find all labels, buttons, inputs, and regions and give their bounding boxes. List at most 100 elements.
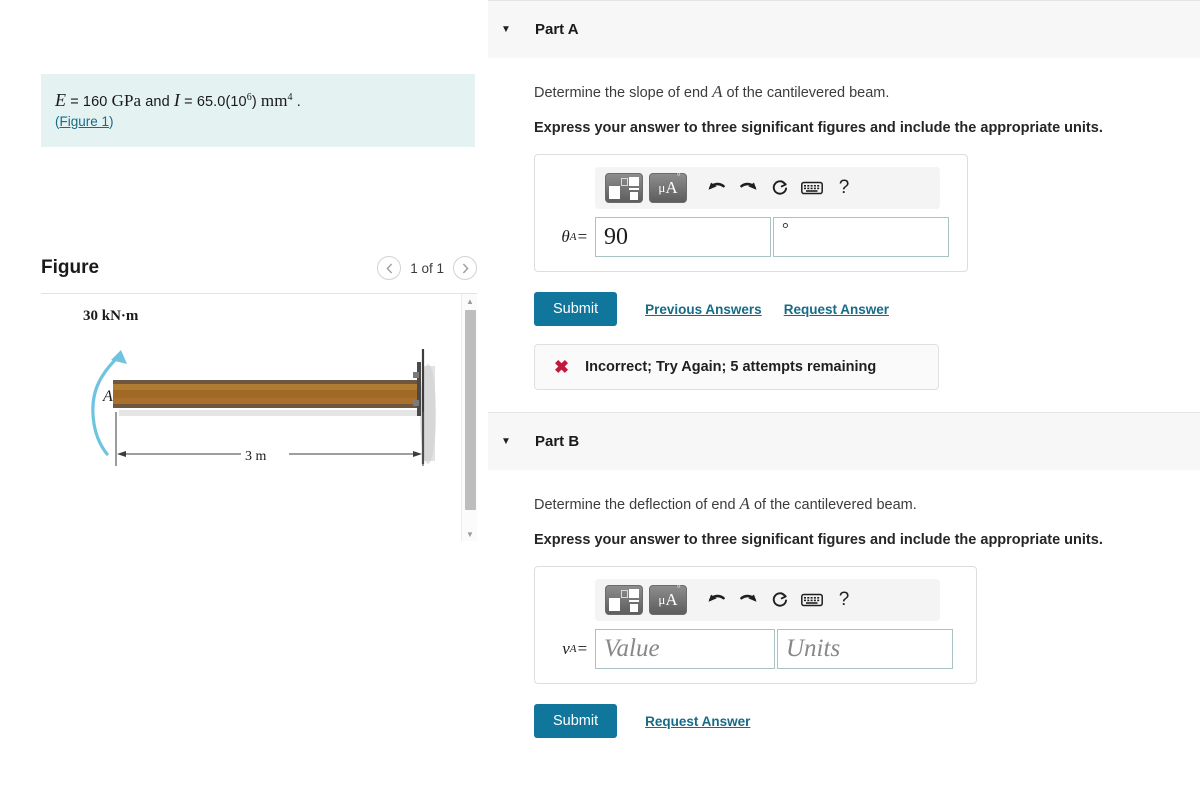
caret-down-icon[interactable]: ▼ [501, 24, 519, 35]
problem-left-panel: E = 160 GPa and I = 65.0(106) mm4 . (Fig… [0, 0, 488, 792]
statement-close-paren: ) [251, 94, 261, 110]
units-mu-angstrom-icon[interactable]: μA [649, 583, 687, 615]
units-mu-angstrom-icon[interactable]: μA [649, 171, 687, 203]
part-b-header[interactable]: ▼ Part B [488, 412, 1200, 470]
part-a-units-input[interactable]: ° [773, 217, 949, 257]
figure-counter: 1 of 1 [410, 260, 444, 276]
part-a-prompt-before: Determine the slope of end [534, 85, 713, 101]
figure-1-link[interactable]: Figure 1 [60, 114, 110, 129]
part-a-submit-button[interactable]: Submit [534, 292, 618, 326]
part-b-value-placeholder: Value [604, 635, 660, 662]
part-b-prompt: Determine the deflection of end A of the… [534, 494, 1200, 514]
unit-mm: mm [260, 91, 288, 110]
redo-glyph [739, 594, 756, 602]
beam-diagram-svg: 30 kN·m A 3 m [83, 308, 436, 466]
figure-pager: 1 of 1 [377, 256, 477, 280]
redo-icon[interactable] [735, 175, 761, 201]
part-b-toolbar: μA ° ? [595, 579, 940, 621]
part-b-symbol-subscript: A [569, 643, 577, 655]
part-b-instruction: Express your answer to three significant… [534, 532, 1103, 548]
part-b-submit-row: Submit Request Answer [534, 704, 1200, 738]
part-a-value-text: 90 [604, 223, 628, 250]
part-b-value-input[interactable]: Value [595, 629, 775, 669]
part-a-symbol-equals: = [576, 227, 588, 246]
part-b-request-answer-link[interactable]: Request Answer [645, 714, 750, 729]
undo-glyph [708, 182, 725, 190]
part-a-symbol-subscript: A [569, 231, 577, 243]
figure-reference-paren-close: ) [109, 114, 114, 129]
reset-glyph [772, 180, 788, 195]
part-a-units-text: ° [782, 219, 789, 238]
caret-down-icon[interactable]: ▼ [501, 436, 519, 447]
units-angstrom-label: A [665, 171, 681, 198]
part-a-submit-row: Submit Previous Answers Request Answer [534, 292, 1200, 326]
figure-panel-title: Figure [41, 257, 100, 278]
undo-icon[interactable] [703, 175, 729, 201]
part-b-prompt-variable: A [739, 494, 750, 513]
error-x-icon: ✖ [554, 357, 570, 377]
problem-statement-box: E = 160 GPa and I = 65.0(106) mm4 . (Fig… [41, 74, 475, 147]
part-b-submit-button[interactable]: Submit [534, 704, 618, 738]
statement-eq2: = 65.0(10 [180, 94, 247, 110]
dimension-label: 3 m [245, 449, 267, 464]
beam-diagram: 30 kN·m A 3 m [41, 294, 461, 541]
problem-statement-text: E = 160 GPa and I = 65.0(106) mm4 . [55, 90, 461, 111]
part-b-symbol-v: v [562, 639, 570, 658]
keyboard-glyph [801, 593, 823, 607]
figure-viewport: 30 kN·m A 3 m ▲ ▼ [41, 293, 477, 541]
undo-icon[interactable] [703, 587, 729, 613]
part-b-units-input[interactable]: Units [777, 629, 953, 669]
figure-prev-button[interactable] [377, 256, 402, 280]
page-root: E = 160 GPa and I = 65.0(106) mm4 . (Fig… [0, 0, 1200, 792]
figure-panel-header: Figure 1 of 1 [41, 249, 477, 287]
redo-icon[interactable] [735, 587, 761, 613]
help-icon[interactable]: ? [831, 587, 857, 613]
keyboard-icon[interactable] [799, 587, 825, 613]
scrollbar-thumb[interactable] [465, 310, 476, 510]
math-template-icon[interactable] [605, 173, 643, 203]
part-a-feedback-banner: ✖ Incorrect; Try Again; 5 attempts remai… [534, 344, 939, 390]
unit-gpa: GPa [111, 91, 142, 110]
reset-glyph [772, 592, 788, 607]
part-a-prompt-after: of the cantilevered beam. [722, 85, 890, 101]
part-b-prompt-before: Determine the deflection of end [534, 497, 740, 513]
part-a-feedback-text: Incorrect; Try Again; 5 attempts remaini… [585, 359, 877, 375]
part-a-answer-widget: μA ° ? θ A = 90 ° [534, 154, 968, 272]
part-b-answer-symbol: vA = [547, 629, 595, 669]
part-a-instruction: Express your answer to three significant… [534, 120, 1103, 136]
moment-label: 30 kN·m [83, 308, 139, 324]
math-template-glyph [609, 589, 639, 612]
part-a-links: Previous Answers Request Answer [645, 302, 889, 317]
part-a-header[interactable]: ▼ Part A [488, 0, 1200, 58]
part-a-answer-symbol: θA = [547, 217, 595, 257]
figure-reference-link[interactable]: (Figure 1) [55, 114, 461, 129]
part-a-request-answer-link[interactable]: Request Answer [784, 302, 889, 317]
keyboard-icon[interactable] [799, 175, 825, 201]
keyboard-glyph [801, 181, 823, 195]
part-b-answer-row: vA = Value Units [547, 629, 964, 669]
redo-glyph [739, 182, 756, 190]
scrollbar-down-arrow-icon[interactable]: ▼ [462, 527, 477, 541]
math-template-icon[interactable] [605, 585, 643, 615]
reset-icon[interactable] [767, 175, 793, 201]
part-a-previous-answers-link[interactable]: Previous Answers [645, 302, 762, 317]
figure-scrollbar[interactable]: ▲ ▼ [461, 294, 477, 541]
scrollbar-up-arrow-icon[interactable]: ▲ [462, 294, 477, 309]
units-mu-label: μ [658, 592, 666, 607]
statement-and: and [141, 94, 174, 110]
part-a-prompt-variable: A [712, 82, 723, 101]
part-b-prompt-after: of the cantilevered beam. [749, 497, 917, 513]
help-icon[interactable]: ? [831, 175, 857, 201]
part-b-body: Determine the deflection of end A of the… [488, 470, 1200, 738]
reset-icon[interactable] [767, 587, 793, 613]
part-b-label: Part B [535, 433, 580, 450]
units-angstrom-label: A [665, 583, 681, 610]
units-mu-label: μ [658, 180, 666, 195]
statement-eq1: = 160 [66, 94, 112, 110]
chevron-left-icon [386, 263, 392, 273]
part-a-value-input[interactable]: 90 [595, 217, 771, 257]
part-b-links: Request Answer [645, 714, 750, 729]
figure-next-button[interactable] [453, 256, 477, 280]
part-a-label: Part A [535, 21, 579, 38]
statement-period: . [292, 94, 301, 110]
